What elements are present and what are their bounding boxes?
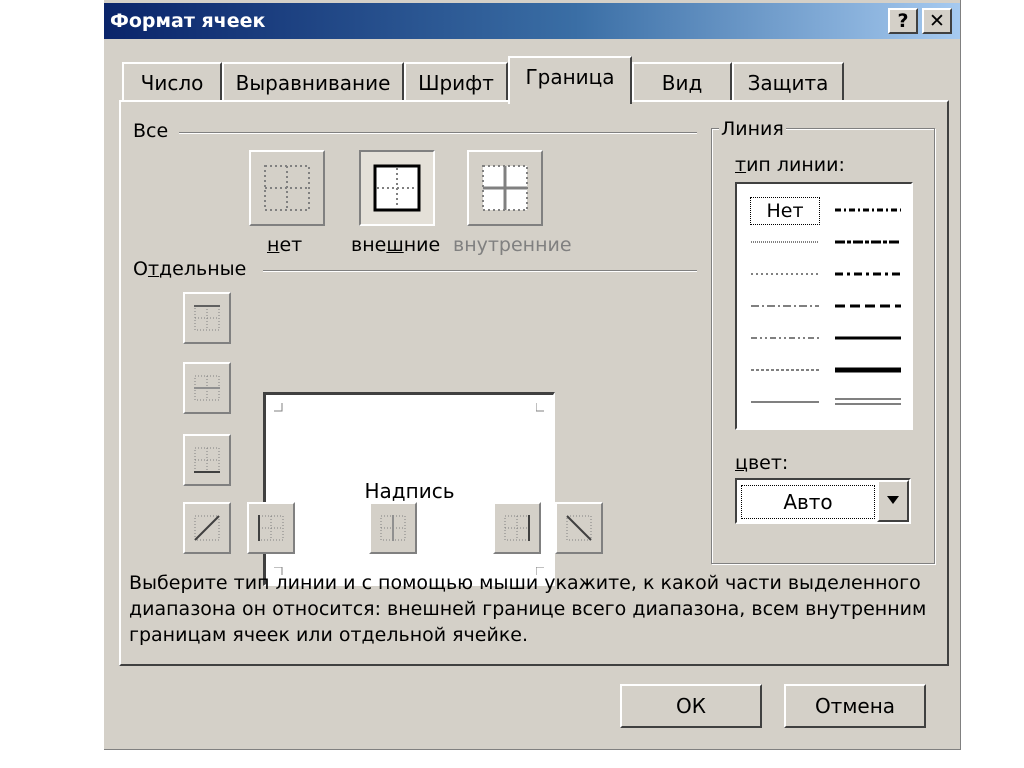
preset-none-button[interactable]: [249, 150, 325, 226]
border-right-button[interactable]: [493, 502, 541, 554]
preset-inside-button[interactable]: [467, 150, 543, 226]
border-outline-icon: [373, 164, 421, 212]
line-color-label: цвет:: [735, 452, 789, 474]
format-cells-dialog: Формат ячеек ? ✕ Число Выравнивание Шриф…: [104, 0, 961, 750]
border-inside-horizontal-icon: [194, 375, 220, 401]
border-top-button[interactable]: [183, 292, 231, 344]
border-top-icon: [194, 305, 220, 331]
border-none-icon: [264, 165, 310, 211]
border-inside-horizontal-button[interactable]: [183, 362, 231, 414]
preset-inside-label: внутренние: [453, 234, 572, 256]
close-icon: ✕: [929, 10, 945, 32]
preview-corner-mark: [274, 403, 283, 412]
line-style-samples: [751, 208, 901, 405]
ok-button[interactable]: ОК: [620, 684, 762, 728]
close-button[interactable]: ✕: [922, 8, 952, 34]
tab-view[interactable]: Вид: [632, 62, 732, 102]
individual-group-label: Отдельные: [133, 258, 247, 280]
preset-outline-button[interactable]: [359, 150, 435, 226]
line-color-value: Авто: [741, 485, 875, 519]
preset-outline-label: внешние: [351, 234, 441, 256]
line-style-list[interactable]: Нет: [735, 182, 913, 430]
window-title: Формат ячеек: [110, 10, 266, 32]
tab-alignment[interactable]: Выравнивание: [222, 62, 404, 102]
diagonal-up-icon: [194, 515, 220, 541]
color-dropdown-button[interactable]: [877, 480, 909, 522]
instruction-text: Выберите тип линии и с помощью мыши укаж…: [129, 572, 927, 646]
preset-none-label: нет: [267, 234, 303, 256]
border-preview[interactable]: Надпись: [263, 392, 555, 586]
tab-number[interactable]: Число: [122, 62, 222, 102]
border-bottom-icon: [194, 447, 220, 473]
border-bottom-button[interactable]: [183, 434, 231, 486]
border-diagonal-down-button[interactable]: [555, 502, 603, 554]
individual-separator: [263, 270, 697, 272]
border-right-icon: [504, 515, 530, 541]
preview-sample-text: Надпись: [364, 479, 455, 503]
border-left-button[interactable]: [247, 502, 295, 554]
presets-group-label: Все: [133, 120, 169, 142]
tab-font[interactable]: Шрифт: [404, 62, 508, 102]
line-group-label: Линия: [719, 118, 786, 140]
question-icon: ?: [897, 10, 909, 32]
cancel-button[interactable]: Отмена: [784, 684, 926, 728]
help-button[interactable]: ?: [888, 8, 918, 34]
line-style-label: тип линии:: [735, 154, 845, 176]
tab-protection[interactable]: Защита: [732, 62, 844, 102]
border-inside-icon: [482, 165, 528, 211]
border-inside-vertical-icon: [380, 515, 406, 541]
tab-border[interactable]: Граница: [508, 56, 632, 104]
presets-separator: [179, 132, 697, 134]
line-color-select[interactable]: Авто: [735, 478, 911, 524]
border-left-icon: [258, 515, 284, 541]
title-bar[interactable]: Формат ячеек ? ✕: [104, 3, 960, 39]
diagonal-down-icon: [566, 515, 592, 541]
preview-corner-mark: [536, 403, 544, 412]
chevron-down-icon: [887, 496, 899, 504]
border-inside-vertical-button[interactable]: [369, 502, 417, 554]
border-diagonal-up-button[interactable]: [183, 502, 231, 554]
border-tab-panel: Все нет внешние внутренние Отдельные Над…: [119, 100, 949, 666]
